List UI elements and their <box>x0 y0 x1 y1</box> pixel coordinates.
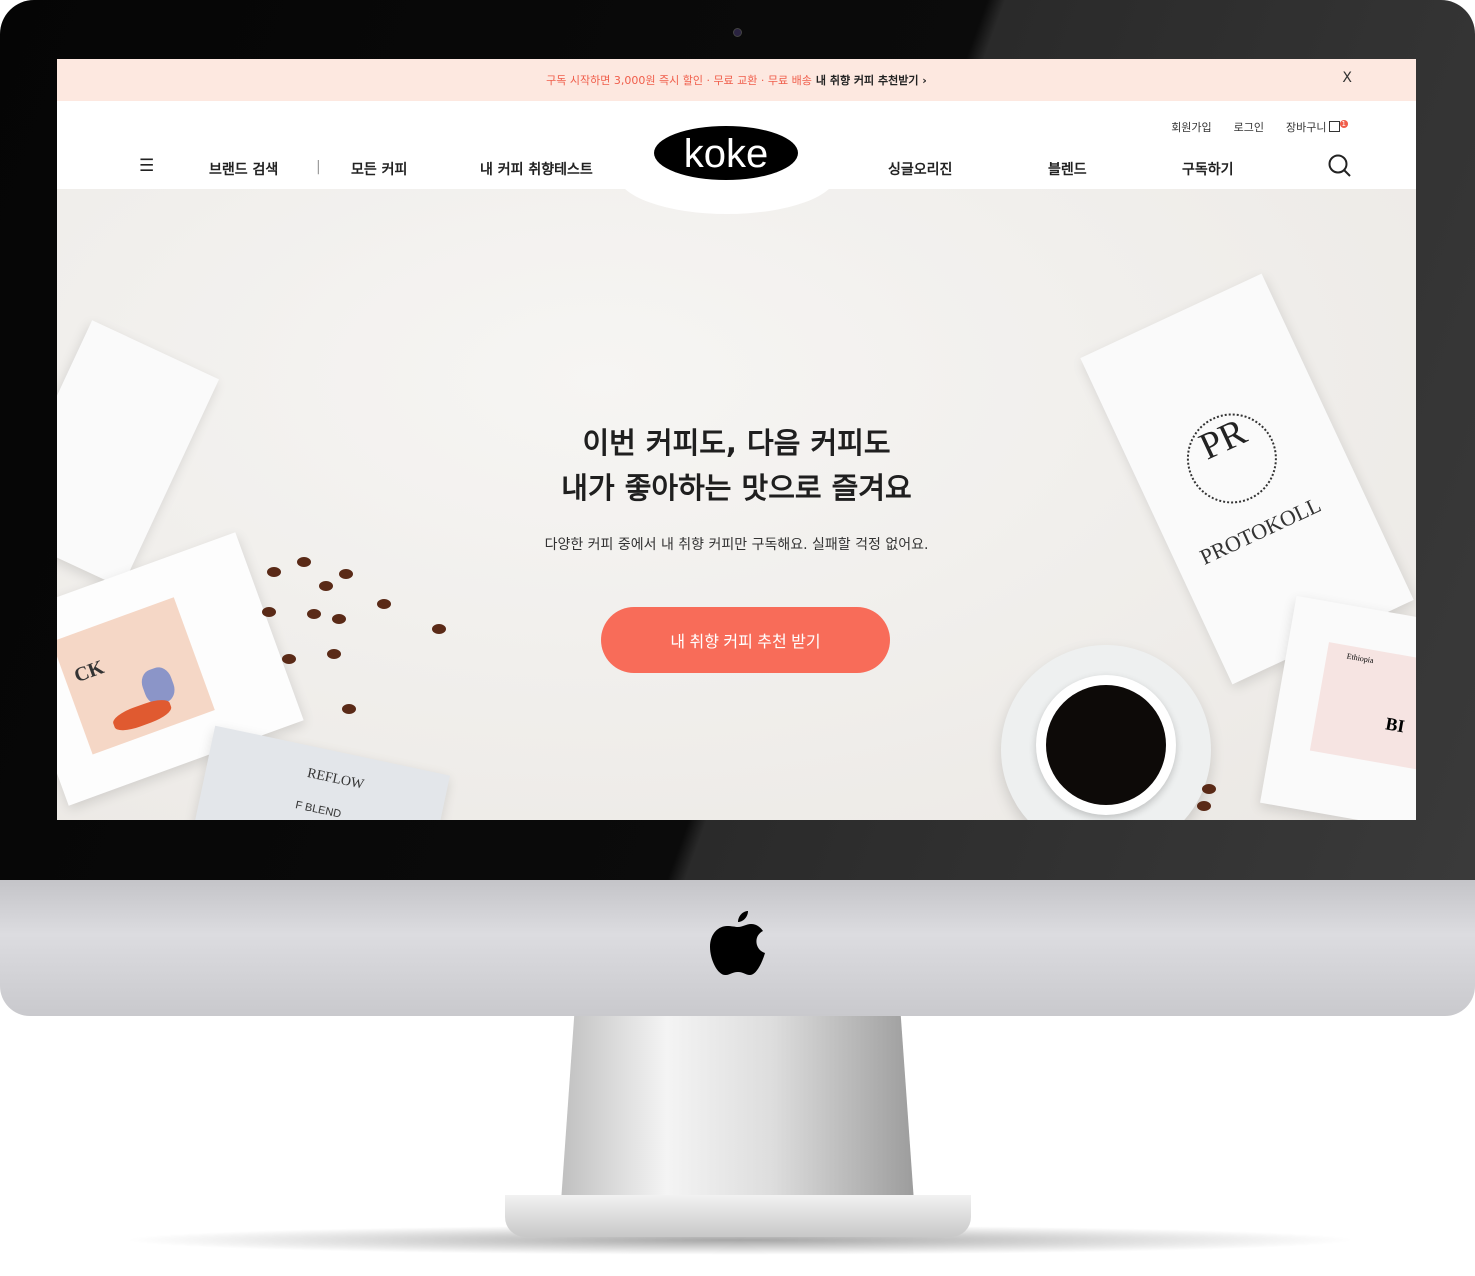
cart-label: 장바구니 <box>1286 121 1327 134</box>
promo-text: 구독 시작하면 3,000원 즉시 할인 · 무료 교환 · 무료 배송 <box>546 74 812 87</box>
hamburger-menu-icon[interactable]: ☰ <box>139 156 154 176</box>
cart-count-badge: 1 <box>1339 120 1348 129</box>
nav-all-coffee[interactable]: 모든 커피 <box>351 159 407 179</box>
cart-link[interactable]: 장바구니 1 <box>1286 119 1348 135</box>
browser-screen: 구독 시작하면 3,000원 즉시 할인 · 무료 교환 · 무료 배송 내 취… <box>57 59 1416 820</box>
product-name: BI <box>1384 713 1407 737</box>
search-icon[interactable] <box>1327 153 1353 183</box>
headline-line-1: 이번 커피도, 다음 커피도 <box>582 426 891 460</box>
nav-separator: | <box>316 159 321 175</box>
nav-subscribe[interactable]: 구독하기 <box>1182 159 1234 179</box>
login-link[interactable]: 로그인 <box>1234 119 1264 135</box>
product-origin: Ethiopia <box>1346 651 1375 666</box>
koke-logo[interactable]: koke <box>654 126 798 180</box>
nav-taste-test[interactable]: 내 커피 취향테스트 <box>480 159 593 179</box>
nav-single-origin[interactable]: 싱글오리진 <box>888 159 952 179</box>
close-icon[interactable]: X <box>1342 70 1352 86</box>
cart-icon <box>1328 121 1340 132</box>
signup-link[interactable]: 회원가입 <box>1171 119 1211 135</box>
nav-brand-search[interactable]: 브랜드 검색 <box>209 159 278 179</box>
product-name: CK <box>71 656 107 688</box>
hero-headline: 이번 커피도, 다음 커피도내가 좋아하는 맛으로 즐겨요 <box>57 421 1416 511</box>
hero-subtitle: 다양한 커피 중에서 내 취향 커피만 구독해요. 실패할 걱정 없어요. <box>544 537 929 553</box>
product-bag: REFLOW F BLEND <box>184 725 450 820</box>
promo-link[interactable]: 내 취향 커피 추천받기 › <box>816 72 927 88</box>
monitor-foot <box>505 1195 971 1237</box>
product-label: CK <box>57 597 215 755</box>
hero-section: CK REFLOW F BLEND PR PROTOKOLL Ethiopia B… <box>57 189 1416 820</box>
utility-nav: 회원가입 로그인 장바구니 1 <box>1171 119 1348 135</box>
nav-blend[interactable]: 블렌드 <box>1048 159 1087 179</box>
logo-container: koke <box>617 119 837 214</box>
promo-banner[interactable]: 구독 시작하면 3,000원 즉시 할인 · 무료 교환 · 무료 배송 내 취… <box>57 59 1416 101</box>
coffee-cup <box>1001 645 1211 820</box>
camera-icon <box>733 28 742 37</box>
product-name: F BLEND <box>294 799 343 820</box>
product-name: REFLOW <box>305 766 366 793</box>
headline-line-2: 내가 좋아하는 맛으로 즐겨요 <box>561 471 912 505</box>
recommend-coffee-button[interactable]: 내 취향 커피 추천 받기 <box>601 607 890 673</box>
apple-logo-icon <box>710 911 765 976</box>
monitor-stand <box>560 1016 915 1216</box>
